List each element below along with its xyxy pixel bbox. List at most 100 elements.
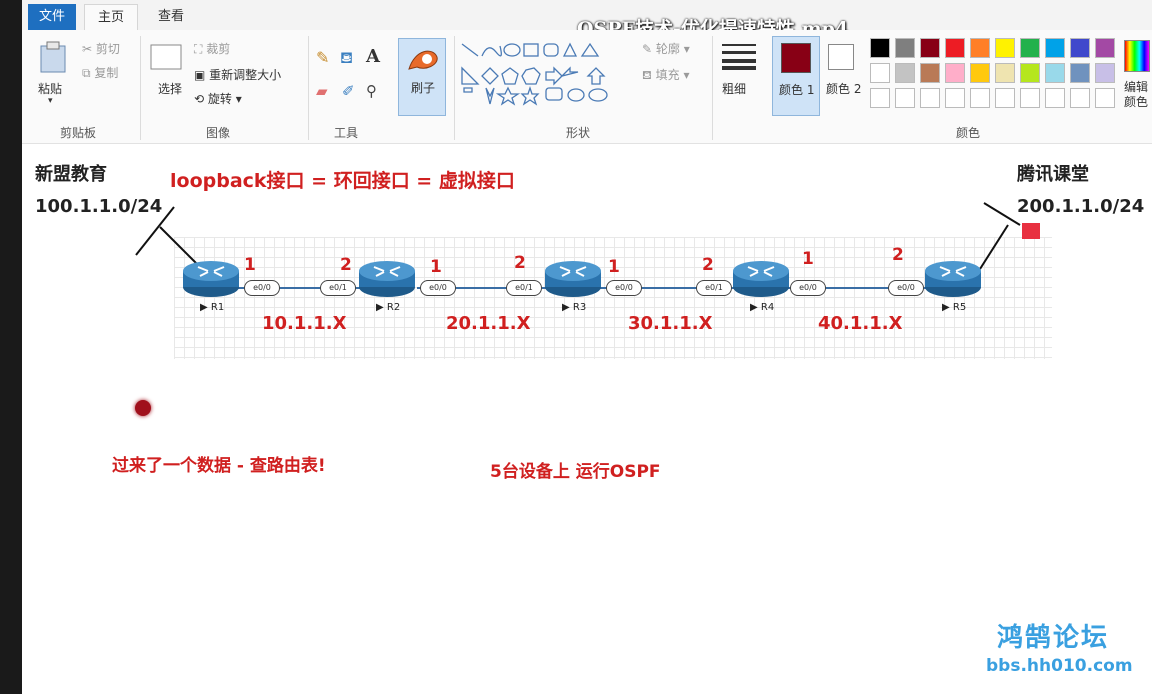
color-palette <box>870 38 1120 118</box>
brush-button[interactable]: 刷子 <box>398 38 446 116</box>
router-4[interactable] <box>732 257 790 299</box>
tools-group-label: 工具 <box>334 126 359 140</box>
crop-button[interactable]: ⛶ 裁剪 <box>194 40 230 57</box>
copy-button[interactable]: ⧉ 复制 <box>82 64 118 81</box>
edit-colors-icon[interactable] <box>1124 40 1150 72</box>
color1-button[interactable]: 颜色 1 <box>772 36 820 116</box>
note-route-lookup: 过来了一个数据 - 查路由表! <box>112 456 326 476</box>
color-swatch[interactable] <box>870 88 890 108</box>
network-label-4: 40.1.1.X <box>818 313 903 334</box>
color-swatch[interactable] <box>1045 38 1065 58</box>
color-swatch[interactable] <box>1095 38 1115 58</box>
color-swatch[interactable] <box>870 63 890 83</box>
router-1[interactable] <box>182 257 240 299</box>
port-number: 2 <box>340 255 352 275</box>
select-icon[interactable] <box>150 44 182 74</box>
router-label: ▶ R2 <box>376 302 401 313</box>
fill-bucket-icon[interactable]: ⛾ <box>340 48 353 69</box>
network-label-3: 30.1.1.X <box>628 313 713 334</box>
color-swatch[interactable] <box>870 38 890 58</box>
tab-file[interactable]: 文件 <box>28 4 76 30</box>
paste-dropdown-icon[interactable]: ▾ <box>48 96 53 106</box>
router-5[interactable] <box>924 257 982 299</box>
divider <box>454 36 455 140</box>
paste-button[interactable]: 粘贴 <box>38 80 62 97</box>
port-number: 2 <box>892 245 904 265</box>
color-swatch[interactable] <box>995 63 1015 83</box>
fill-button[interactable]: ⛾ 填充 ▾ <box>642 66 689 84</box>
tab-home[interactable]: 主页 <box>84 4 138 30</box>
color-swatch[interactable] <box>1020 38 1040 58</box>
router-label: ▶ R3 <box>562 302 587 313</box>
color-swatch[interactable] <box>1045 88 1065 108</box>
color-swatch[interactable] <box>970 88 990 108</box>
rotate-label: 旋转 <box>207 92 232 106</box>
color-swatch[interactable] <box>895 63 915 83</box>
color-swatch[interactable] <box>1020 88 1040 108</box>
port-number: 1 <box>244 255 256 275</box>
tab-view[interactable]: 查看 <box>146 4 196 30</box>
router-3[interactable] <box>544 257 602 299</box>
paste-icon[interactable] <box>38 40 68 78</box>
router-2[interactable] <box>358 257 416 299</box>
color-swatch[interactable] <box>1095 88 1115 108</box>
color-swatch[interactable] <box>995 38 1015 58</box>
select-button[interactable]: 选择 <box>158 80 182 97</box>
color-swatch[interactable] <box>1070 38 1090 58</box>
color-swatch[interactable] <box>945 38 965 58</box>
color-swatch[interactable] <box>1070 63 1090 83</box>
port-number: 1 <box>608 257 620 277</box>
color-swatch[interactable] <box>970 38 990 58</box>
resize-button[interactable]: ▣ 重新调整大小 <box>194 66 281 83</box>
pencil-icon[interactable]: ✎ <box>316 48 329 67</box>
color2-label: 颜色 2 <box>826 82 862 96</box>
color-swatch[interactable] <box>920 63 940 83</box>
divider <box>712 36 713 140</box>
magnifier-icon[interactable]: ⚲ <box>366 82 377 100</box>
router-label: ▶ R4 <box>750 302 775 313</box>
outline-button[interactable]: ✎ 轮廓 ▾ <box>642 40 690 57</box>
r2-interface-right: e0/0 <box>420 280 456 296</box>
text-tool-icon[interactable]: A <box>366 46 380 67</box>
clipboard-group-label: 剪贴板 <box>60 126 97 140</box>
ribbon: 粘贴 ▾ ✂ 剪切 ⧉ 复制 剪贴板 选择 ⛶ 裁剪 ▣ 重新调整大小 ⟲ 旋转… <box>22 30 1152 144</box>
color-swatch[interactable] <box>1095 63 1115 83</box>
rotate-button[interactable]: ⟲ 旋转 ▾ <box>194 90 242 107</box>
r5-interface: e0/0 <box>888 280 924 296</box>
color-swatch[interactable] <box>895 38 915 58</box>
color-swatch[interactable] <box>1070 88 1090 108</box>
color-swatch[interactable] <box>945 63 965 83</box>
paint-window: 文件 主页 查看 OSPF技术-优化提速特性.mp4 粘贴 ▾ ✂ 剪切 ⧉ 复… <box>22 0 1152 694</box>
color-swatch[interactable] <box>920 38 940 58</box>
mouse-cursor-dot <box>135 400 151 416</box>
color-swatch[interactable] <box>945 88 965 108</box>
edit-colors-button[interactable]: 编辑颜色 <box>1124 80 1152 110</box>
color1-swatch <box>781 43 811 73</box>
brush-icon <box>405 45 441 79</box>
cut-label: 剪切 <box>95 42 120 56</box>
color-swatch[interactable] <box>970 63 990 83</box>
copy-label: 复制 <box>94 66 119 80</box>
color2-swatch[interactable] <box>828 44 854 70</box>
color-swatch[interactable] <box>995 88 1015 108</box>
eraser-icon[interactable]: ▰ <box>316 82 328 100</box>
note-ospf-devices: 5台设备上 运行OSPF <box>490 462 661 482</box>
color-swatch[interactable] <box>920 88 940 108</box>
color-picker-icon[interactable]: ✐ <box>342 82 355 100</box>
color-swatch[interactable] <box>1045 63 1065 83</box>
shapes-gallery[interactable] <box>460 40 630 110</box>
network-label-1: 10.1.1.X <box>262 313 347 334</box>
outline-label: 轮廓 <box>655 42 680 56</box>
cut-button[interactable]: ✂ 剪切 <box>82 40 120 57</box>
brush-label: 刷子 <box>411 81 436 95</box>
drawing-canvas[interactable]: 新盟教育 100.1.1.0/24 腾讯课堂 200.1.1.0/24 loop… <box>22 145 1152 694</box>
color-swatch[interactable] <box>895 88 915 108</box>
resize-label: 重新调整大小 <box>209 68 282 82</box>
network-label-2: 20.1.1.X <box>446 313 531 334</box>
color-swatch[interactable] <box>1020 63 1040 83</box>
line-size-icon[interactable] <box>722 42 756 74</box>
shapes-group-label: 形状 <box>566 126 591 140</box>
size-button[interactable]: 粗细 <box>722 80 746 97</box>
r3-interface-left: e0/1 <box>506 280 542 296</box>
port-number: 1 <box>802 249 814 269</box>
